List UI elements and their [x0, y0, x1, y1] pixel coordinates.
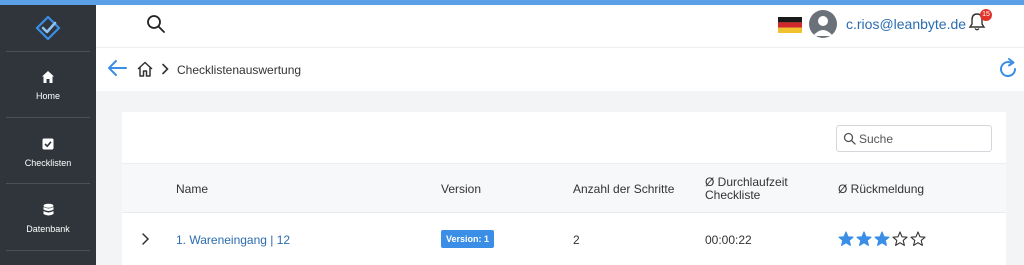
breadcrumb: Checklistenauswertung: [96, 47, 1024, 91]
table-toolbar: [122, 112, 1006, 164]
sidebar-item-label: Home: [35, 91, 60, 101]
sidebar-divider: [6, 117, 90, 118]
home-icon[interactable]: [136, 60, 154, 78]
column-header-name[interactable]: Name: [176, 183, 208, 196]
sidebar-item-home[interactable]: Home: [0, 69, 96, 133]
table-row[interactable]: 1. Wareneingang | 12 Version: 1 2 00:00:…: [122, 213, 1006, 265]
app-logo[interactable]: [0, 5, 96, 51]
german-flag-icon[interactable]: [778, 17, 802, 33]
back-arrow-icon[interactable]: [106, 59, 128, 77]
database-icon: [43, 203, 53, 216]
chevron-right-icon: [162, 63, 169, 75]
column-header-duration-line2: Checkliste: [705, 188, 761, 202]
steps-count: 2: [573, 233, 580, 247]
search-box[interactable]: [836, 125, 992, 152]
avatar[interactable]: [809, 10, 837, 38]
logo-icon: [35, 15, 61, 41]
user-icon: [813, 16, 833, 36]
breadcrumb-current: Checklistenauswertung: [177, 63, 302, 77]
chevron-right-icon[interactable]: [140, 232, 150, 246]
sidebar-item-label: Datenbank: [26, 224, 70, 234]
top-header: c.rios@leanbyte.de 15: [96, 5, 1024, 47]
table-header: Name Version Anzahl der Schritte Ø Durch…: [122, 164, 1006, 213]
column-header-duration[interactable]: Ø Durchlaufzeit Checkliste: [705, 176, 788, 202]
home-icon: [42, 71, 54, 83]
checkbox-icon: [42, 138, 54, 150]
rating-stars: [838, 231, 926, 247]
column-header-steps[interactable]: Anzahl der Schritte: [573, 183, 674, 196]
checklist-name-link[interactable]: 1. Wareneingang | 12: [176, 233, 290, 247]
sidebar-divider: [6, 183, 90, 184]
version-badge: Version: 1: [441, 230, 495, 248]
star-empty-icon: [892, 231, 908, 246]
search-icon: [843, 132, 856, 145]
sidebar-divider: [6, 250, 90, 251]
user-email[interactable]: c.rios@leanbyte.de: [846, 16, 966, 32]
star-empty-icon: [910, 231, 926, 246]
checklist-evaluation-card: Name Version Anzahl der Schritte Ø Durch…: [122, 112, 1006, 265]
star-filled-icon: [856, 231, 872, 246]
column-header-rating[interactable]: Ø Rückmeldung: [838, 183, 924, 196]
sidebar-item-checklisten[interactable]: Checklisten: [0, 136, 96, 200]
refresh-icon[interactable]: [996, 57, 1020, 81]
star-filled-icon: [874, 231, 890, 246]
sidebar-divider: [6, 51, 90, 52]
avg-duration: 00:00:22: [705, 233, 752, 247]
search-input[interactable]: [859, 130, 987, 148]
column-header-version[interactable]: Version: [441, 183, 481, 196]
notification-badge: 15: [980, 9, 992, 21]
search-icon[interactable]: [146, 14, 166, 34]
star-filled-icon: [838, 231, 854, 246]
sidebar-item-label: Checklisten: [24, 158, 72, 168]
sidebar: Home Checklisten Datenbank: [0, 5, 96, 265]
sidebar-item-datenbank[interactable]: Datenbank: [0, 202, 96, 265]
